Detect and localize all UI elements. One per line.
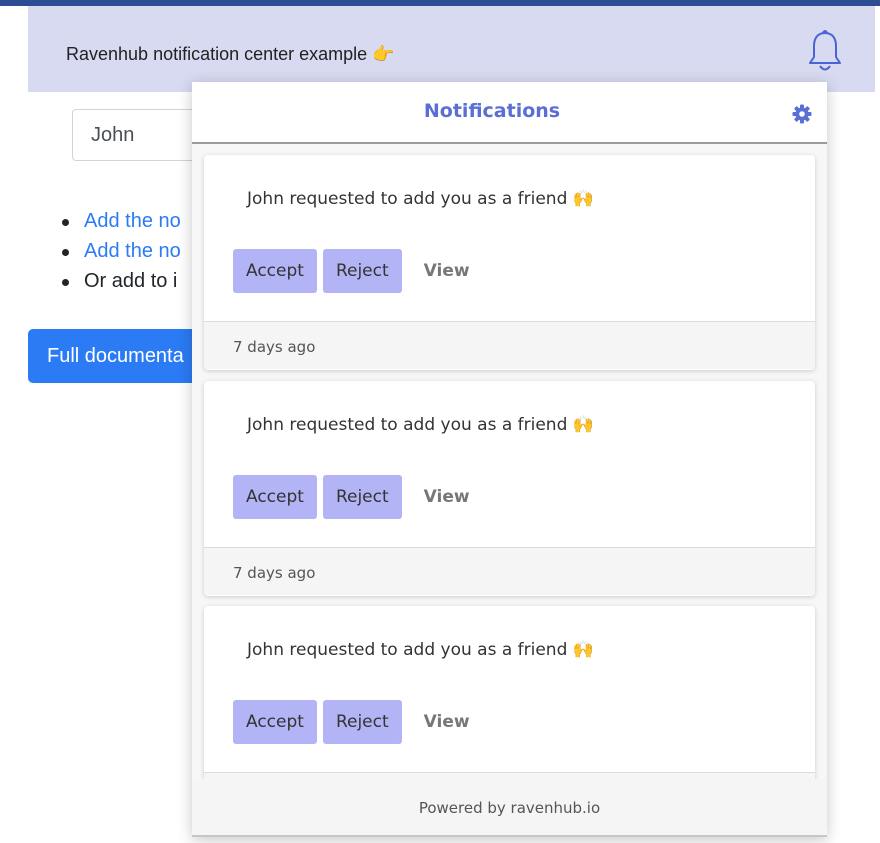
notification-time: 7 days ago [204, 321, 815, 369]
notification-list[interactable]: John requested to add you as a friend 🙌 … [192, 146, 827, 779]
reject-button[interactable]: Reject [322, 700, 402, 744]
accept-button[interactable]: Accept [233, 249, 317, 293]
notification-message: John requested to add you as a friend 🙌 [247, 415, 594, 435]
notification-card: John requested to add you as a friend 🙌 … [204, 155, 815, 370]
page-header: Ravenhub notification center example 👉 [28, 6, 875, 92]
list-link[interactable]: Add the no [84, 210, 181, 232]
view-button[interactable]: View [410, 249, 484, 293]
list-item: Or add to i [62, 266, 181, 296]
view-button[interactable]: View [410, 475, 484, 519]
notification-time [204, 772, 815, 779]
notification-card: John requested to add you as a friend 🙌 … [204, 381, 815, 596]
list-text: Or add to i [84, 270, 178, 292]
list-link[interactable]: Add the no [84, 240, 181, 262]
reject-button[interactable]: Reject [322, 249, 402, 293]
gear-icon[interactable] [792, 104, 812, 124]
view-button[interactable]: View [410, 700, 484, 744]
link-list: Add the no Add the no Or add to i [62, 206, 181, 296]
panel-footer: Powered by ravenhub.io [192, 779, 827, 837]
notification-card: John requested to add you as a friend 🙌 … [204, 606, 815, 779]
panel-title: Notifications [423, 100, 561, 122]
notification-panel: Notifications John requested to add you … [192, 82, 827, 837]
page-title: Ravenhub notification center example 👉 [66, 44, 395, 64]
notification-message: John requested to add you as a friend 🙌 [247, 189, 594, 209]
notification-actions: Accept Reject View [233, 249, 490, 293]
notification-message: John requested to add you as a friend 🙌 [247, 640, 594, 660]
accept-button[interactable]: Accept [233, 700, 317, 744]
notification-actions: Accept Reject View [233, 475, 490, 519]
list-item: Add the no [62, 206, 181, 236]
notification-actions: Accept Reject View [233, 700, 490, 744]
reject-button[interactable]: Reject [322, 475, 402, 519]
bell-icon[interactable] [806, 28, 844, 74]
list-item: Add the no [62, 236, 181, 266]
notification-time: 7 days ago [204, 547, 815, 595]
accept-button[interactable]: Accept [233, 475, 317, 519]
panel-header: Notifications [192, 82, 827, 144]
